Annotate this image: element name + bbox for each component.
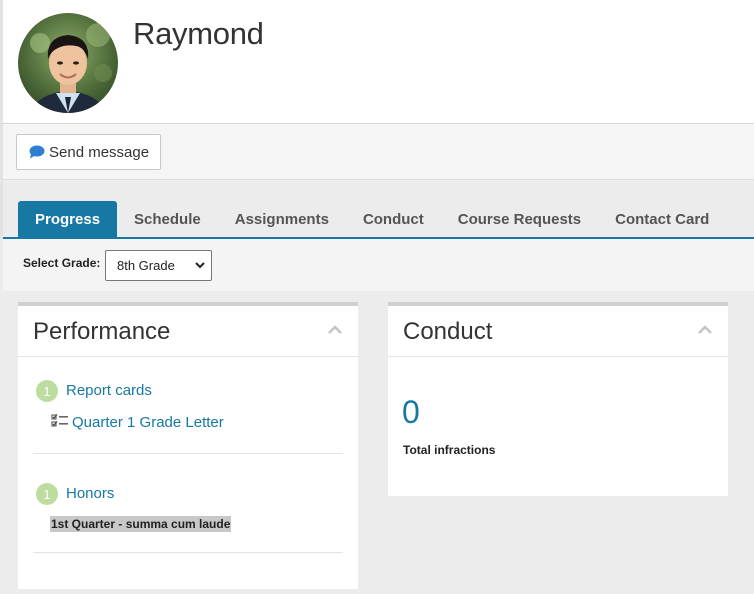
chevron-up-icon[interactable] (327, 324, 343, 336)
tab-bar: Progress Schedule Assignments Conduct Co… (0, 181, 754, 239)
tab-conduct[interactable]: Conduct (346, 201, 441, 238)
row-divider (33, 453, 343, 454)
infractions-label: Total infractions (403, 443, 496, 457)
honors-link[interactable]: Honors (66, 485, 114, 502)
chevron-up-icon[interactable] (697, 324, 713, 336)
honors-count-badge: 1 (36, 483, 58, 505)
send-message-button[interactable]: Send message (16, 134, 161, 170)
tab-contact-card[interactable]: Contact Card (598, 201, 726, 238)
honor-item: 1st Quarter - summa cum laude (50, 516, 232, 532)
row-divider (33, 552, 343, 553)
grade-select-value: 8th Grade (117, 258, 175, 273)
tab-assignments[interactable]: Assignments (218, 201, 346, 238)
student-photo (18, 13, 118, 113)
performance-title: Performance (33, 318, 171, 345)
checklist-icon (51, 414, 68, 427)
chevron-down-icon (195, 262, 205, 269)
panel-divider (388, 356, 728, 357)
tab-progress[interactable]: Progress (18, 201, 118, 238)
tab-schedule[interactable]: Schedule (117, 201, 218, 238)
avatar (18, 13, 118, 113)
infractions-count[interactable]: 0 (402, 394, 420, 431)
profile-header: Raymond (0, 0, 754, 124)
grade-selector-bar: Select Grade: 8th Grade (3, 239, 754, 291)
select-grade-label: Select Grade: (23, 256, 101, 270)
report-cards-link[interactable]: Report cards (66, 382, 152, 399)
panel-divider (18, 356, 358, 357)
quarter-1-grade-letter-link[interactable]: Quarter 1 Grade Letter (72, 414, 224, 431)
performance-panel: Performance 1 Report cards Quarter 1 Gra… (18, 302, 358, 589)
action-bar: Send message (0, 124, 754, 180)
conduct-panel: Conduct 0 Total infractions (388, 302, 728, 496)
report-cards-count-badge: 1 (36, 380, 58, 402)
grade-select[interactable]: 8th Grade (105, 250, 212, 281)
send-message-label: Send message (49, 143, 150, 161)
student-name: Raymond (133, 16, 264, 51)
conduct-title: Conduct (403, 318, 493, 345)
tab-course-requests[interactable]: Course Requests (441, 201, 598, 238)
speech-bubble-icon (29, 145, 45, 159)
